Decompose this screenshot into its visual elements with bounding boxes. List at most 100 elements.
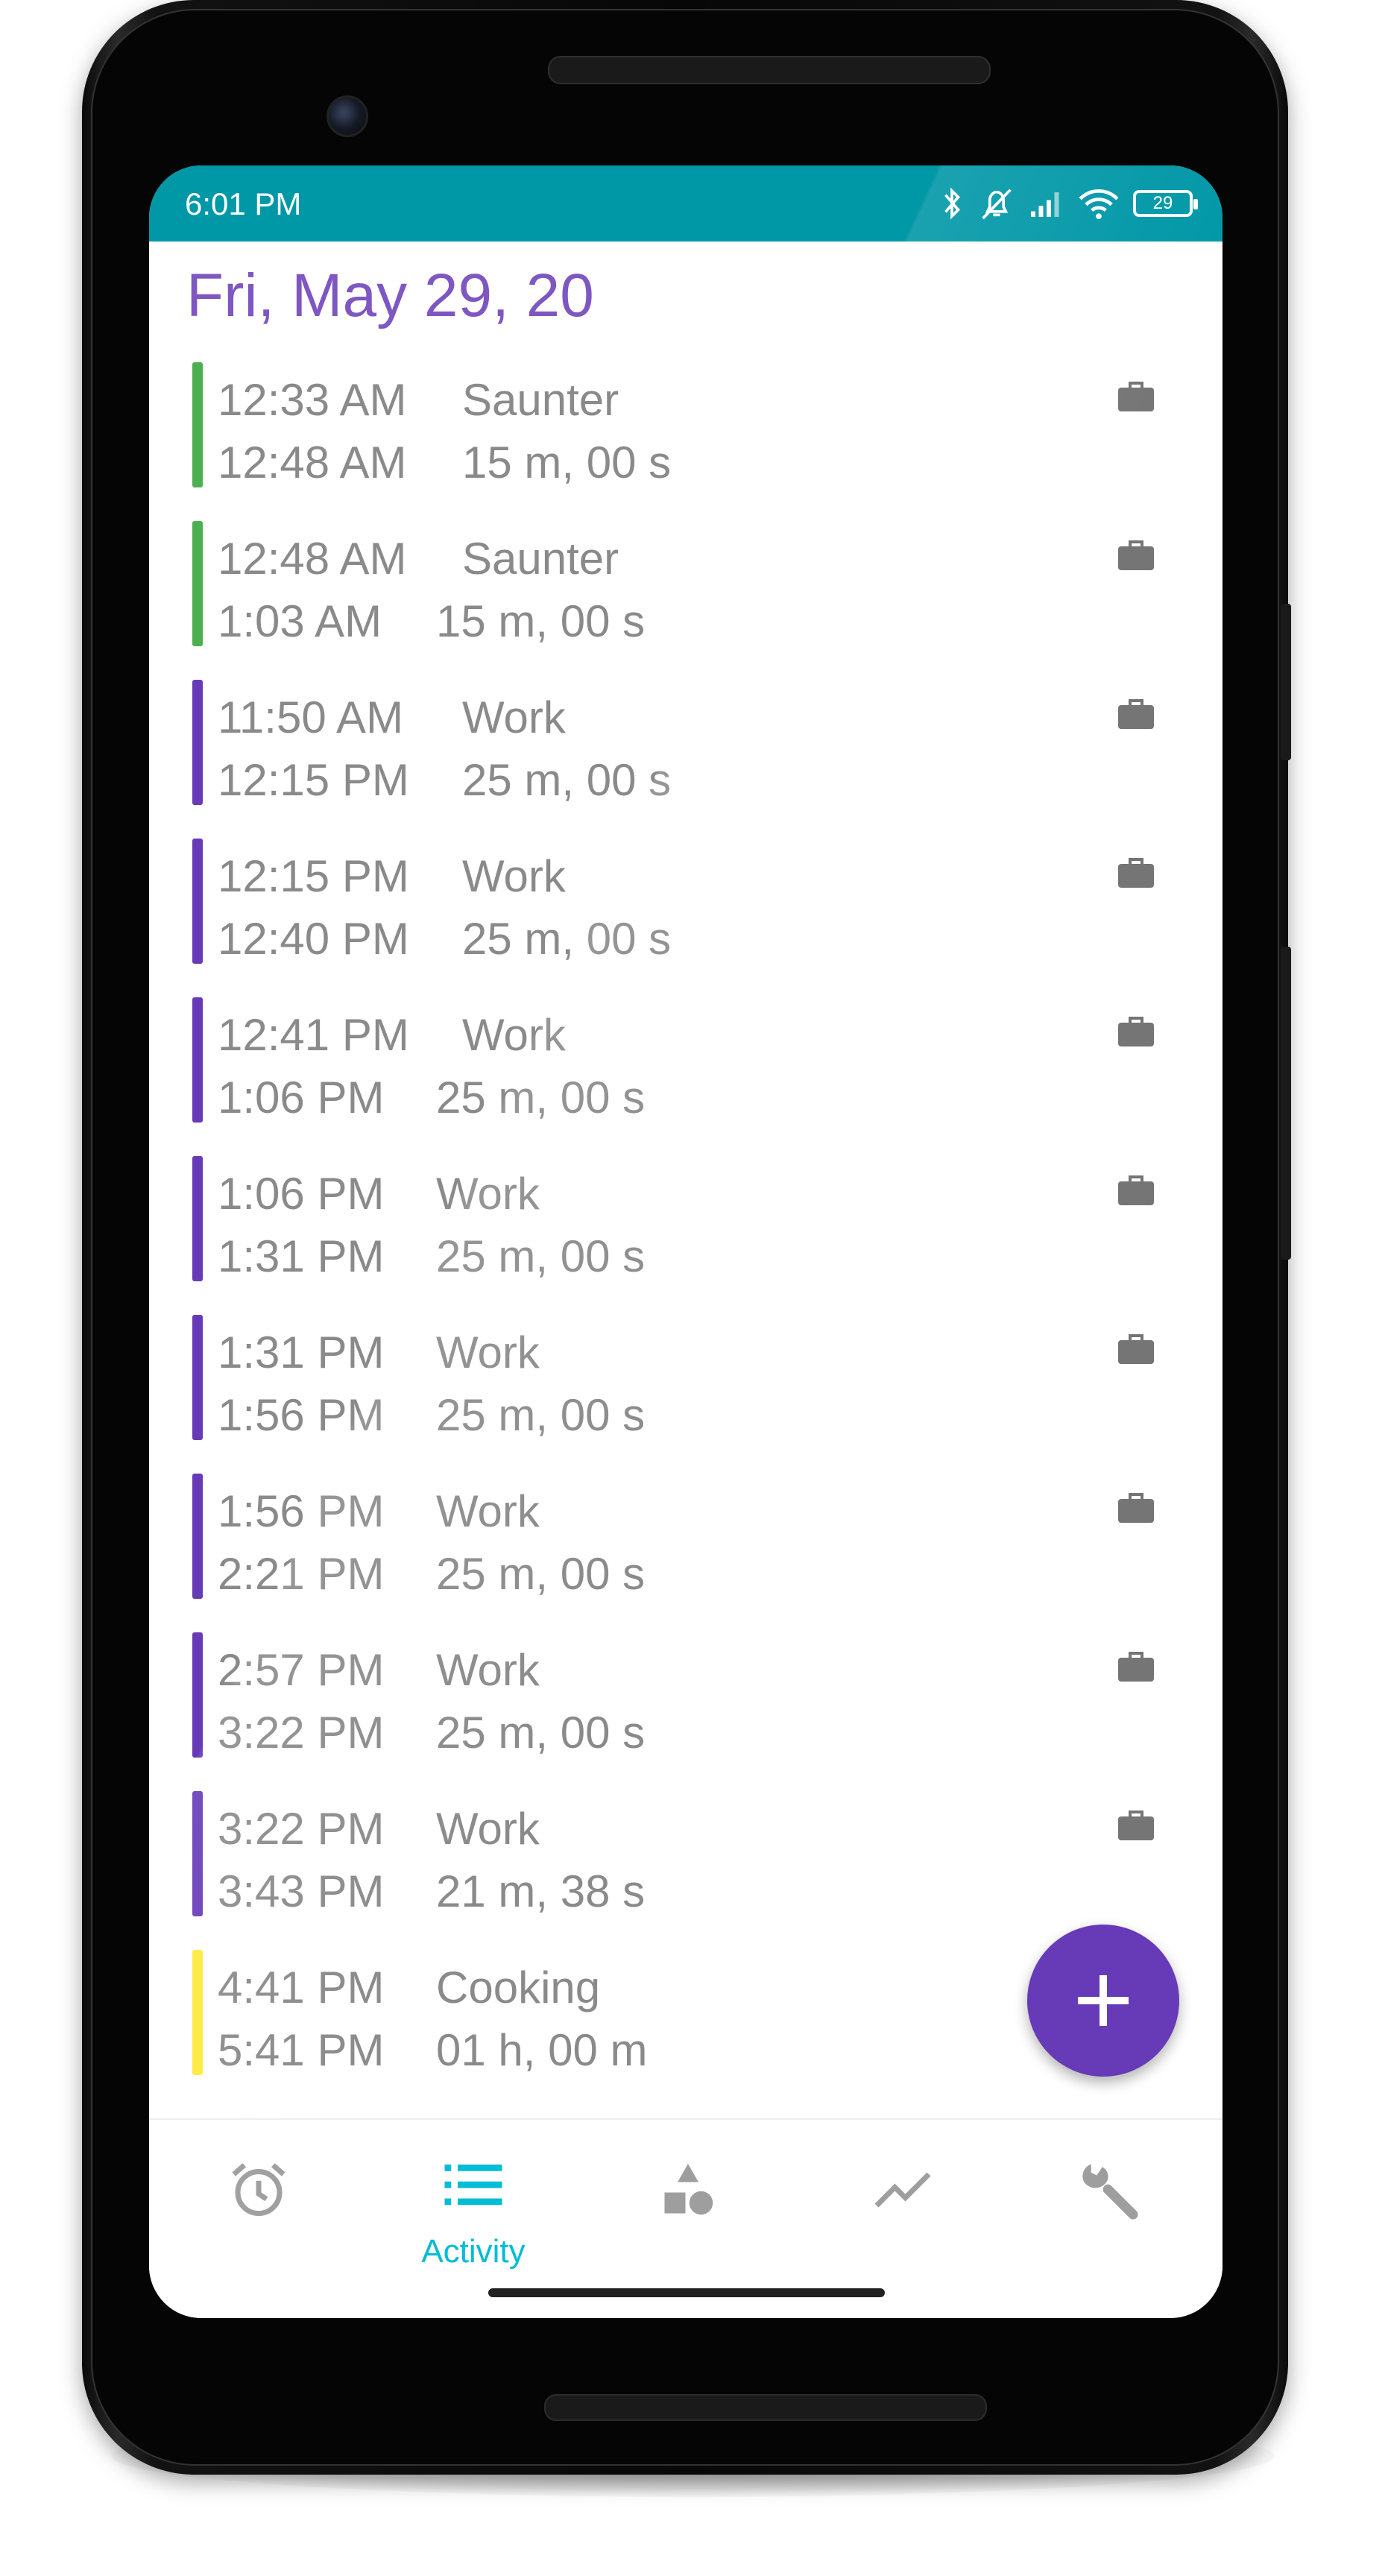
front-camera <box>326 95 368 137</box>
activity-entry[interactable]: 12:15 PM Work 12:40 PM 25 m, 00 s <box>149 836 1222 966</box>
briefcase-icon <box>1118 1811 1154 1840</box>
briefcase-icon <box>1118 1493 1154 1523</box>
date-header: Fri, May 29, 20 <box>186 262 594 329</box>
activity-entry[interactable]: 2:57 PM Work 3:22 PM 25 m, 00 s <box>149 1629 1222 1760</box>
entry-duration: 01 h, 00 m <box>436 2025 648 2075</box>
power-button <box>1281 947 1291 1260</box>
signal-icon <box>1031 192 1059 217</box>
activity-color-bar <box>192 1315 203 1440</box>
entry-duration: 25 m, 00 s <box>462 755 672 805</box>
entry-start-time: 12:41 PM <box>218 1010 409 1060</box>
status-bar: 6:01 PM 29 <box>149 165 1222 242</box>
bluetooth-icon <box>944 187 961 220</box>
activity-color-bar <box>192 1474 203 1599</box>
activity-color-bar <box>192 680 203 805</box>
activity-entry[interactable]: 12:33 AM Saunter 12:48 AM 15 m, 00 s <box>149 359 1222 490</box>
briefcase-icon <box>1118 699 1154 729</box>
entry-end-time: 1:56 PM <box>218 1390 385 1440</box>
add-activity-button[interactable] <box>1027 1925 1179 2077</box>
entry-activity-name: Work <box>462 1010 566 1060</box>
briefcase-icon <box>1118 858 1154 888</box>
nav-activity[interactable]: Activity <box>391 2142 555 2270</box>
entry-activity-name: Work <box>436 1486 540 1536</box>
entry-duration: 15 m, 00 s <box>436 596 646 646</box>
briefcase-icon <box>1118 1175 1154 1205</box>
battery-icon: 29 <box>1133 190 1198 217</box>
entry-activity-name: Saunter <box>462 375 619 425</box>
volume-button <box>1281 604 1291 760</box>
entry-duration: 25 m, 00 s <box>436 1549 646 1599</box>
briefcase-icon <box>1118 1334 1154 1364</box>
activity-entry[interactable]: 1:06 PM Work 1:31 PM 25 m, 00 s <box>149 1153 1222 1284</box>
top-speaker <box>548 56 991 84</box>
entry-start-time: 11:50 AM <box>218 692 404 742</box>
entry-duration: 25 m, 00 s <box>436 1231 646 1281</box>
entry-start-time: 12:48 AM <box>218 534 407 584</box>
activity-entry[interactable]: 1:56 PM Work 2:21 PM 25 m, 00 s <box>149 1471 1222 1601</box>
status-time: 6:01 PM <box>185 186 302 221</box>
nav-alarm[interactable] <box>177 2142 341 2269</box>
entry-activity-name: Cooking <box>436 1963 601 2012</box>
alarm-off-icon <box>982 189 1012 220</box>
entry-end-time: 12:40 PM <box>218 914 409 964</box>
entry-activity-name: Work <box>436 1328 540 1377</box>
entry-activity-name: Work <box>436 1804 540 1854</box>
activity-color-bar <box>192 1791 203 1916</box>
nav-categories[interactable] <box>606 2142 770 2269</box>
trending-icon <box>874 2172 931 2208</box>
entry-end-time: 5:41 PM <box>218 2025 385 2075</box>
shapes-icon <box>664 2164 713 2215</box>
activity-color-bar <box>192 1632 203 1758</box>
activity-entry[interactable]: 11:50 AM Work 12:15 PM 25 m, 00 s <box>149 677 1222 807</box>
entry-start-time: 2:57 PM <box>218 1645 385 1695</box>
home-indicator <box>488 2288 885 2297</box>
activity-color-bar <box>192 521 203 646</box>
nav-settings[interactable] <box>1029 2142 1193 2269</box>
entry-end-time: 3:43 PM <box>218 1866 385 1916</box>
activity-entry[interactable]: 3:22 PM Work 3:43 PM 21 m, 38 s <box>149 1788 1222 1919</box>
status-icons: 29 <box>939 185 1198 222</box>
activity-entry[interactable]: 1:31 PM Work 1:56 PM 25 m, 00 s <box>149 1312 1222 1442</box>
battery-level: 29 <box>1152 193 1173 213</box>
briefcase-icon <box>1118 1652 1154 1682</box>
entry-activity-name: Work <box>462 692 566 742</box>
activity-color-bar <box>192 1950 203 2075</box>
wifi-icon <box>1079 189 1119 219</box>
entry-duration: 25 m, 00 s <box>436 1073 646 1123</box>
activity-color-bar <box>192 362 203 487</box>
entry-activity-name: Work <box>436 1645 540 1695</box>
nav-activity-label: Activity <box>421 2233 526 2270</box>
app-screen: 6:01 PM 29 Fri, May 29, 20 12:33 AM Saun… <box>149 165 1222 2318</box>
entry-duration: 21 m, 38 s <box>436 1866 646 1916</box>
entry-activity-name: Work <box>462 851 566 901</box>
plus-icon <box>1078 1975 1129 2026</box>
entry-end-time: 2:21 PM <box>218 1549 385 1599</box>
entry-start-time: 1:31 PM <box>218 1328 385 1377</box>
entry-duration: 25 m, 00 s <box>436 1390 646 1440</box>
alarm-clock-icon <box>232 2163 285 2216</box>
entry-end-time: 1:03 AM <box>218 596 382 646</box>
briefcase-icon <box>1118 540 1154 570</box>
activity-color-bar <box>192 997 203 1123</box>
entry-end-time: 1:31 PM <box>218 1231 385 1281</box>
activity-color-bar <box>192 1156 203 1281</box>
entry-start-time: 1:06 PM <box>218 1169 385 1219</box>
briefcase-icon <box>1118 1017 1154 1046</box>
nav-statistics[interactable] <box>821 2142 985 2269</box>
activity-color-bar <box>192 839 203 964</box>
entry-activity-name: Saunter <box>462 534 619 584</box>
entry-start-time: 4:41 PM <box>218 1963 385 2012</box>
entry-start-time: 12:33 AM <box>218 375 407 425</box>
entry-end-time: 12:48 AM <box>218 438 407 487</box>
list-icon <box>444 2165 502 2206</box>
wrench-icon <box>1082 2164 1138 2220</box>
activity-entry[interactable]: 12:41 PM Work 1:06 PM 25 m, 00 s <box>149 994 1222 1125</box>
entry-start-time: 12:15 PM <box>218 851 409 901</box>
entry-duration: 25 m, 00 s <box>462 914 672 964</box>
entry-duration: 15 m, 00 s <box>462 438 672 487</box>
briefcase-icon <box>1118 382 1154 411</box>
activity-entry[interactable]: 12:48 AM Saunter 1:03 AM 15 m, 00 s <box>149 518 1222 648</box>
entry-activity-name: Work <box>436 1169 540 1219</box>
bottom-speaker <box>544 2394 987 2421</box>
entry-end-time: 1:06 PM <box>218 1073 385 1123</box>
